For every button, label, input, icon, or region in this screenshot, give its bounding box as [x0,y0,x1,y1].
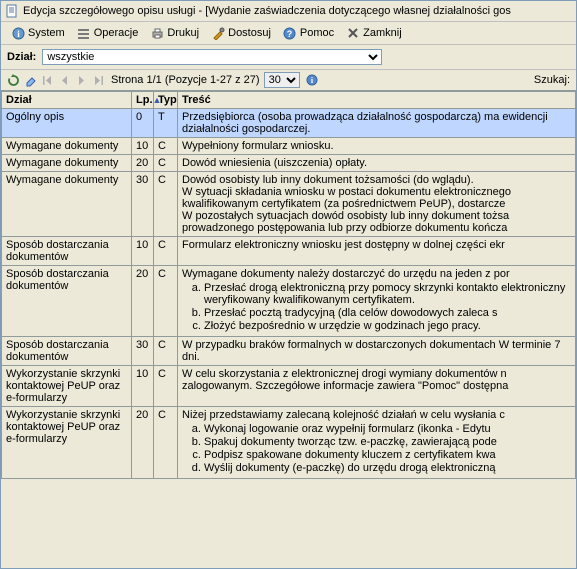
table-row[interactable]: Sposób dostarczania dokumentów20CWymagan… [2,266,576,337]
cell-lp: 20 [132,155,154,172]
menu-bar: i System Operacje Drukuj Dostosuj ? Pomo… [1,22,576,45]
header-lp[interactable]: Lp.▲ [132,92,154,109]
table-row[interactable]: Wymagane dokumenty10CWypełniony formular… [2,138,576,155]
cell-typ: C [154,138,178,155]
list-item: Złożyć bezpośrednio w urzędzie w godzina… [204,320,571,332]
list-item: Przesłać pocztą tradycyjną (dla celów do… [204,307,571,319]
list-item: Przesłać drogą elektroniczną przy pomocy… [204,282,571,306]
header-dzial[interactable]: Dział [2,92,132,109]
table-row[interactable]: Wymagane dokumenty20CDowód wniesienia (u… [2,155,576,172]
cell-dzial: Sposób dostarczania dokumentów [2,237,132,266]
last-icon[interactable] [90,72,106,88]
cell-lp: 10 [132,138,154,155]
header-typ[interactable]: Typ [154,92,178,109]
cell-typ: T [154,109,178,138]
page-size-select[interactable]: 30 [264,72,300,88]
table-row[interactable]: Wymagane dokumenty30CDowód osobisty lub … [2,172,576,237]
cell-dzial: Wykorzystanie skrzynki kontaktowej PeUP … [2,407,132,479]
menu-pomoc[interactable]: ? Pomoc [277,24,340,42]
cell-typ: C [154,407,178,479]
cell-dzial: Sposób dostarczania dokumentów [2,266,132,337]
table-row[interactable]: Sposób dostarczania dokumentów30CW przyp… [2,337,576,366]
prev-icon[interactable] [56,72,72,88]
table-row[interactable]: Wykorzystanie skrzynki kontaktowej PeUP … [2,366,576,407]
list-icon [77,26,91,40]
filter-select[interactable]: wszystkie [42,49,382,65]
toolbar: Strona 1/1 (Pozycje 1-27 z 27) 30 i Szuk… [1,70,576,91]
list-item: Podpisz spakowane dokumenty kluczem z ce… [204,449,571,461]
menu-zamknij[interactable]: Zamknij [340,24,408,42]
cell-tresc: W celu skorzystania z elektronicznej dro… [178,366,576,407]
table-row[interactable]: Wykorzystanie skrzynki kontaktowej PeUP … [2,407,576,479]
filter-bar: Dział: wszystkie [1,45,576,70]
cell-lp: 30 [132,337,154,366]
menu-drukuj[interactable]: Drukuj [144,24,205,42]
cell-lp: 20 [132,266,154,337]
window-title: Edycja szczegółowego opisu usługi - [Wyd… [23,5,511,17]
cell-tresc: Dowód osobisty lub inny dokument tożsamo… [178,172,576,237]
cell-lp: 0 [132,109,154,138]
cell-dzial: Wykorzystanie skrzynki kontaktowej PeUP … [2,366,132,407]
printer-icon [150,26,164,40]
cell-tresc: Przedsiębiorca (osoba prowadząca działal… [178,109,576,138]
cell-lp: 20 [132,407,154,479]
menu-dostosuj[interactable]: Dostosuj [205,24,277,42]
cell-tresc: Formularz elektroniczny wniosku jest dos… [178,237,576,266]
filter-label: Dział: [7,51,36,63]
info-small-icon[interactable]: i [304,72,320,88]
table-row[interactable]: Sposób dostarczania dokumentów10CFormula… [2,237,576,266]
cell-tresc: Niżej przedstawiamy zalecaną kolejność d… [178,407,576,479]
ordered-list: Wykonaj logowanie oraz wypełnij formular… [182,423,571,474]
search-label: Szukaj: [534,74,570,86]
cell-typ: C [154,366,178,407]
table-header-row: Dział Lp.▲ Typ Treść [2,92,576,109]
table-row[interactable]: Ogólny opis0TPrzedsiębiorca (osoba prowa… [2,109,576,138]
cell-tresc: W przypadku braków formalnych w dostarcz… [178,337,576,366]
cell-lp: 30 [132,172,154,237]
data-table: Dział Lp.▲ Typ Treść Ogólny opis0TPrzeds… [1,91,576,479]
cell-typ: C [154,266,178,337]
first-icon[interactable] [39,72,55,88]
menu-operacje[interactable]: Operacje [71,24,145,42]
eraser-icon[interactable] [22,72,38,88]
tools-icon [211,26,225,40]
cell-tresc: Dowód wniesienia (uiszczenia) opłaty. [178,155,576,172]
list-item: Wykonaj logowanie oraz wypełnij formular… [204,423,571,435]
cell-tresc: Wypełniony formularz wniosku. [178,138,576,155]
ordered-list: Przesłać drogą elektroniczną przy pomocy… [182,282,571,332]
cell-dzial: Wymagane dokumenty [2,155,132,172]
list-item: Wyślij dokumenty (e-paczkę) do urzędu dr… [204,462,571,474]
close-icon [346,26,360,40]
info-icon: i [11,26,25,40]
next-icon[interactable] [73,72,89,88]
cell-lp: 10 [132,366,154,407]
cell-typ: C [154,155,178,172]
cell-tresc: Wymagane dokumenty należy dostarczyć do … [178,266,576,337]
cell-typ: C [154,172,178,237]
cell-typ: C [154,337,178,366]
cell-typ: C [154,237,178,266]
header-tresc[interactable]: Treść [178,92,576,109]
cell-dzial: Wymagane dokumenty [2,138,132,155]
cell-lp: 10 [132,237,154,266]
cell-dzial: Sposób dostarczania dokumentów [2,337,132,366]
list-item: Spakuj dokumenty tworząc tzw. e-paczkę, … [204,436,571,448]
page-indicator: Strona 1/1 (Pozycje 1-27 z 27) [111,74,260,86]
help-icon: ? [283,26,297,40]
refresh-icon[interactable] [5,72,21,88]
cell-dzial: Wymagane dokumenty [2,172,132,237]
menu-system[interactable]: i System [5,24,71,42]
svg-text:?: ? [287,29,293,39]
title-bar: Edycja szczegółowego opisu usługi - [Wyd… [1,1,576,22]
document-icon [5,4,19,18]
cell-dzial: Ogólny opis [2,109,132,138]
